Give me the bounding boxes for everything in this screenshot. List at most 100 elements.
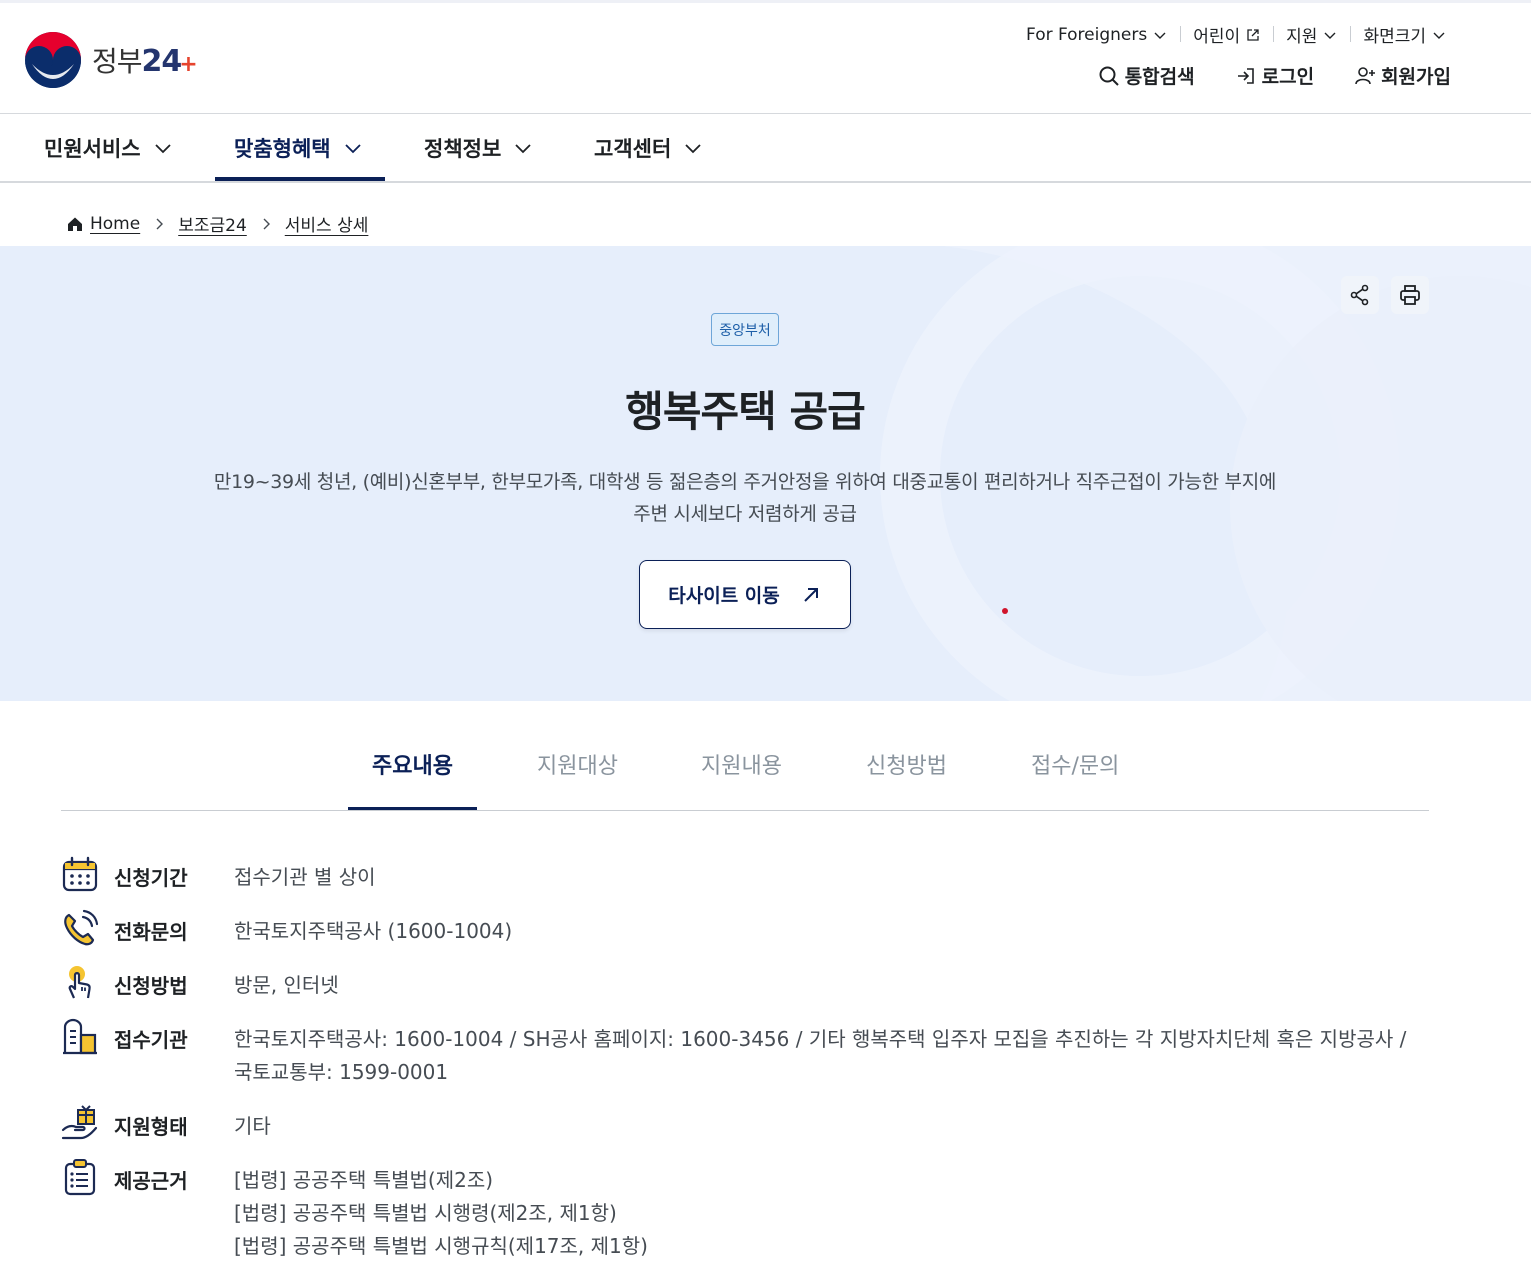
support-menu[interactable]: 지원 xyxy=(1273,22,1350,47)
nav-item-custom-benefits[interactable]: 맞춤형혜택 xyxy=(234,114,363,182)
hero-tools xyxy=(1329,276,1429,314)
screen-size-menu[interactable]: 화면크기 xyxy=(1350,22,1459,47)
service-description: 만19~39세 청년, (예비)신혼부부, 한부모가족, 대학생 등 젊은층의 … xyxy=(170,466,1320,530)
nav-item-customer-center[interactable]: 고객센터 xyxy=(594,114,703,182)
info-value: 기타 xyxy=(234,1110,271,1143)
building-icon xyxy=(63,1018,97,1055)
calendar-icon xyxy=(62,856,98,892)
tab-application-method[interactable]: 신청방법 xyxy=(866,748,947,780)
hero-section: 중앙부처 행복주택 공급 만19~39세 청년, (예비)신혼부부, 한부모가족… xyxy=(0,246,1531,701)
description-line: 만19~39세 청년, (예비)신혼부부, 한부모가족, 대학생 등 젊은층의 … xyxy=(213,471,1277,493)
info-row-support-type: 지원형태 기타 xyxy=(61,1104,271,1142)
info-value-line: 방문, 인터넷 xyxy=(234,973,339,997)
nav-item-label: 고객센터 xyxy=(594,137,672,161)
kids-link[interactable]: 어린이 xyxy=(1180,22,1273,47)
tab-eligibility[interactable]: 지원대상 xyxy=(537,748,618,780)
info-value-line: [법령] 공공주택 특별법 시행령(제2조, 제1항) xyxy=(234,1201,617,1225)
info-label: 신청기간 xyxy=(114,866,188,890)
info-label: 접수기관 xyxy=(114,1028,188,1052)
chevron-down-icon xyxy=(1324,32,1336,39)
info-row-application-method: 신청방법 방문, 인터넷 xyxy=(61,963,339,1001)
main-navigation: 민원서비스 맞춤형혜택 정책정보 고객센터 xyxy=(0,114,1531,182)
breadcrumb-home[interactable]: Home xyxy=(90,214,140,234)
kids-label: 어린이 xyxy=(1193,27,1241,47)
info-value-line: 한국토지주택공사 (1600-1004) xyxy=(234,919,513,943)
chevron-down-icon xyxy=(344,144,361,154)
tab-contact[interactable]: 접수/문의 xyxy=(1031,748,1119,780)
chevron-down-icon xyxy=(515,144,531,154)
tab-support-details[interactable]: 지원내용 xyxy=(701,748,782,780)
clipboard-list-icon xyxy=(64,1159,96,1196)
external-site-label: 타사이트 이동 xyxy=(668,585,780,607)
external-site-button[interactable]: 타사이트 이동 xyxy=(639,560,851,629)
breadcrumb-service-detail[interactable]: 서비스 상세 xyxy=(285,211,369,236)
info-row-application-period: 신청기간 접수기관 별 상이 xyxy=(61,855,376,893)
arrow-up-right-icon xyxy=(804,587,818,602)
chevron-down-icon xyxy=(1154,32,1166,39)
taegeuk-logo-icon xyxy=(25,32,81,88)
add-user-icon xyxy=(1355,66,1376,84)
info-value: 한국토지주택공사: 1600-1004 / SH공사 홈페이지: 1600-34… xyxy=(234,1023,1406,1089)
search-icon xyxy=(1099,66,1119,86)
info-value: 한국토지주택공사 (1600-1004) xyxy=(234,915,512,948)
breadcrumb-subsidy24[interactable]: 보조금24 xyxy=(178,211,247,236)
hand-pointer-icon xyxy=(68,966,91,999)
content-tabs: 주요내용 지원대상 지원내용 신청방법 접수/문의 xyxy=(61,701,1429,812)
info-value-line: [법령] 공공주택 특별법(제2조) xyxy=(234,1168,494,1192)
info-value-line: [법령] 공공주택 특별법 시행규칙(제17조, 제1항) xyxy=(234,1234,648,1258)
nav-item-civil-services[interactable]: 민원서비스 xyxy=(44,114,173,182)
share-button[interactable] xyxy=(1341,276,1379,314)
category-badge: 중앙부처 xyxy=(711,313,779,346)
for-foreigners-label: For Foreigners xyxy=(1026,24,1148,45)
breadcrumb: Home 보조금24 서비스 상세 xyxy=(66,211,368,236)
home-icon xyxy=(68,217,82,231)
logo-kor: 정부 xyxy=(92,45,143,78)
external-link-icon xyxy=(1247,28,1259,41)
search-label: 통합검색 xyxy=(1124,66,1195,88)
support-label: 지원 xyxy=(1286,27,1318,47)
utility-menu: For Foreigners 어린이 지원 화면크기 xyxy=(1013,22,1459,47)
info-row-legal-basis: 제공근거 [법령] 공공주택 특별법(제2조) [법령] 공공주택 특별법 시행… xyxy=(61,1158,648,1258)
info-value-line: 기타 xyxy=(234,1114,271,1138)
signup-label: 회원가입 xyxy=(1381,66,1451,88)
info-value-line: 국토교통부: 1599-0001 xyxy=(234,1060,449,1084)
nav-item-policy-info[interactable]: 정책정보 xyxy=(424,114,533,182)
phone-icon xyxy=(64,909,99,946)
gift-hand-icon xyxy=(61,1105,98,1140)
screen-size-label: 화면크기 xyxy=(1363,27,1426,47)
chevron-right-icon xyxy=(263,218,270,229)
chevron-down-icon xyxy=(1433,32,1445,39)
chevron-down-icon xyxy=(685,144,701,154)
login-icon xyxy=(1237,67,1254,84)
site-logo[interactable]: 정부 24 + xyxy=(24,31,198,89)
signup-button[interactable]: 회원가입 xyxy=(1354,62,1451,89)
description-line: 주변 시세보다 저렴하게 공급 xyxy=(633,503,857,525)
logo-wordmark: 정부 24 + xyxy=(92,40,198,80)
tabs-divider xyxy=(61,810,1429,811)
info-label: 신청방법 xyxy=(114,974,188,998)
login-label: 로그인 xyxy=(1261,66,1315,88)
info-label: 전화문의 xyxy=(114,920,188,944)
logo-plus: + xyxy=(179,52,197,77)
cursor-dot xyxy=(1002,608,1008,614)
info-value: 방문, 인터넷 xyxy=(234,969,339,1002)
info-value: 접수기관 별 상이 xyxy=(234,861,376,894)
info-value: [법령] 공공주택 특별법(제2조) [법령] 공공주택 특별법 시행령(제2조… xyxy=(234,1164,648,1263)
info-value-line: 한국토지주택공사: 1600-1004 / SH공사 홈페이지: 1600-34… xyxy=(234,1027,1407,1051)
for-foreigners-menu[interactable]: For Foreigners xyxy=(1013,25,1180,45)
page-title: 행복주택 공급 xyxy=(625,387,865,436)
search-button[interactable]: 통합검색 xyxy=(1098,62,1195,89)
info-value-line: 접수기관 별 상이 xyxy=(234,865,376,889)
share-icon xyxy=(1350,284,1369,306)
info-row-receiving-agency: 접수기관 한국토지주택공사: 1600-1004 / SH공사 홈페이지: 16… xyxy=(61,1017,1406,1084)
logo-num: 24 xyxy=(141,44,183,79)
chevron-down-icon xyxy=(154,144,171,154)
tab-main-content[interactable]: 주요내용 xyxy=(372,748,453,780)
nav-item-label: 민원서비스 xyxy=(44,137,141,161)
login-button[interactable]: 로그인 xyxy=(1235,62,1314,89)
top-accent-line xyxy=(0,0,1531,3)
nav-divider xyxy=(0,181,1531,183)
print-button[interactable] xyxy=(1391,276,1429,314)
nav-item-label: 정책정보 xyxy=(424,137,502,161)
info-label: 지원형태 xyxy=(114,1115,188,1139)
